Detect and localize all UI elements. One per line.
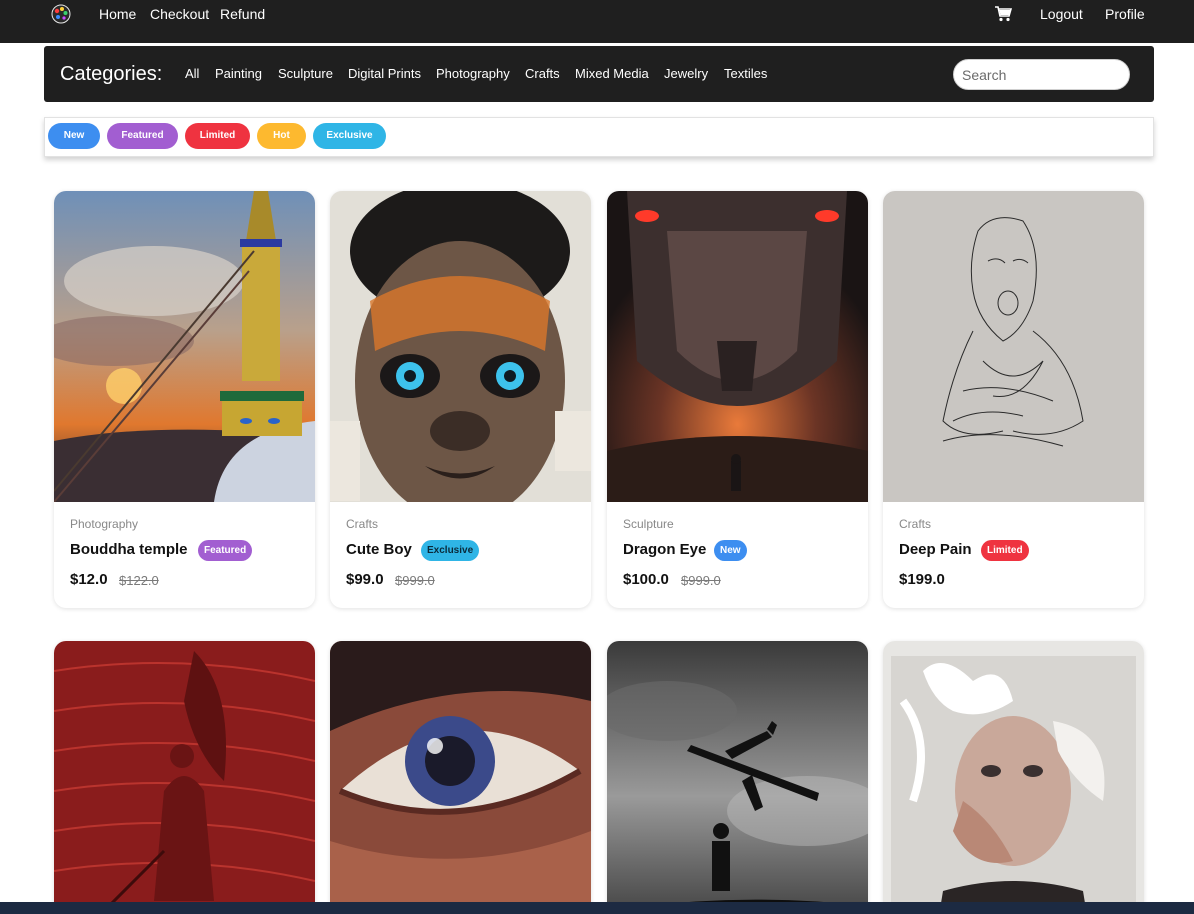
product-category: Photography [70,517,139,531]
palette-logo-icon[interactable] [50,3,72,25]
categories-title: Categories: [60,63,163,85]
categories-bar: Categories: All Painting Sculpture Digit… [44,46,1154,102]
category-painting[interactable]: Painting [215,66,262,81]
product-image-ink-sketch[interactable] [883,191,1144,502]
product-image-stupa[interactable] [54,191,315,502]
product-price: $100.0 [623,571,669,588]
product-image-dragon[interactable] [607,191,868,502]
product-card[interactable]: Crafts Deep Pain Limited $199.0 [883,191,1144,608]
product-card[interactable] [883,641,1144,914]
product-price: $99.0 [346,571,384,588]
product-old-price: $999.0 [681,573,721,588]
product-card[interactable]: Photography Bouddha temple Featured $12.… [54,191,315,608]
category-photography[interactable]: Photography [436,66,510,81]
product-title[interactable]: Cute Boy [346,541,412,558]
product-title[interactable]: Dragon Eye [623,541,706,558]
category-sculpture[interactable]: Sculpture [278,66,333,81]
tag-limited[interactable]: Limited [185,123,250,149]
nav-home-link[interactable]: Home [99,6,136,22]
tag-filter-strip: New Featured Limited Hot Exclusive [44,117,1154,157]
product-category: Sculpture [623,517,674,531]
product-badge: Limited [981,540,1029,561]
nav-checkout-link[interactable]: Checkout [150,6,209,22]
product-category: Crafts [346,517,379,531]
category-digital-prints[interactable]: Digital Prints [348,66,421,81]
nav-logout-link[interactable]: Logout [1040,6,1083,22]
product-title[interactable]: Bouddha temple [70,541,188,558]
taskbar-strip [0,902,1194,914]
product-price: $199.0 [899,571,945,588]
product-badge: Featured [198,540,253,561]
product-card[interactable] [607,641,868,914]
product-image-torn-portrait[interactable] [883,641,1144,914]
product-badge: New [714,540,747,561]
category-jewelry[interactable]: Jewelry [664,66,708,81]
product-card[interactable]: Sculpture Dragon Eye New $100.0 $999.0 [607,191,868,608]
tag-hot[interactable]: Hot [257,123,306,149]
product-card[interactable] [330,641,591,914]
product-image-airplane-silhouette[interactable] [607,641,868,914]
cart-icon[interactable] [995,6,1012,22]
product-image-child-portrait[interactable] [330,191,591,502]
product-image-painted-eye[interactable] [330,641,591,914]
product-title[interactable]: Deep Pain [899,541,972,558]
top-navbar: Home Checkout Refund Logout Profile [0,0,1194,43]
product-category: Crafts [899,517,932,531]
product-card[interactable]: Crafts Cute Boy Exclusive $99.0 $999.0 [330,191,591,608]
product-old-price: $122.0 [119,573,159,588]
category-mixed-media[interactable]: Mixed Media [575,66,649,81]
nav-profile-link[interactable]: Profile [1105,6,1145,22]
category-crafts[interactable]: Crafts [525,66,560,81]
product-card[interactable] [54,641,315,914]
product-price: $12.0 [70,571,108,588]
nav-refund-link[interactable]: Refund [220,6,265,22]
category-textiles[interactable]: Textiles [724,66,767,81]
search-input[interactable] [953,59,1130,90]
product-old-price: $999.0 [395,573,435,588]
category-all[interactable]: All [185,66,199,81]
product-badge: Exclusive [421,540,480,561]
tag-featured[interactable]: Featured [107,123,178,149]
tag-exclusive[interactable]: Exclusive [313,123,386,149]
tag-new[interactable]: New [48,123,100,149]
product-image-red-angel[interactable] [54,641,315,914]
